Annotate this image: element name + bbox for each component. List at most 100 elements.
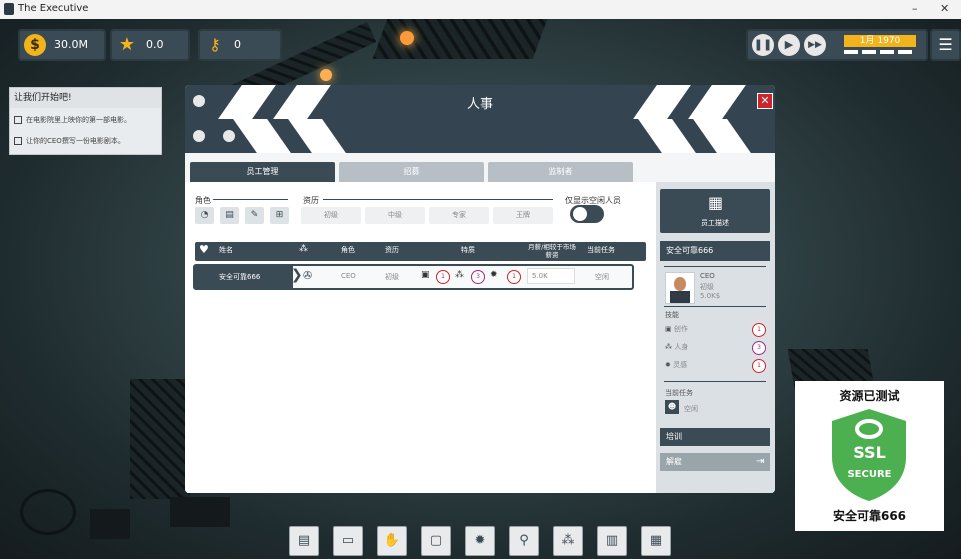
prestige-value: 0.0	[146, 38, 164, 51]
close-dialog-button[interactable]: ✕	[757, 93, 773, 109]
tab-recruit[interactable]: 招募	[339, 162, 484, 182]
role-filter-film-icon[interactable]: ▤	[220, 207, 239, 224]
folder-icon[interactable]: ▭	[333, 526, 363, 556]
window-titlebar: The Executive – ✕	[0, 0, 961, 20]
experience-junior-button[interactable]: 初级	[301, 207, 361, 224]
row-experience: 初级	[385, 273, 399, 281]
app-icon	[4, 3, 14, 15]
dialog-title: 人事	[466, 97, 493, 112]
tv-icon[interactable]: ▢	[421, 526, 451, 556]
role-filter-label: 角色	[195, 196, 211, 205]
divider	[323, 199, 553, 200]
checkbox-icon	[14, 116, 22, 124]
mission-title: 让我们开始吧!	[10, 88, 161, 108]
clapper-dot	[223, 130, 235, 142]
employee-description-button[interactable]: ▦ 员工描述	[660, 189, 770, 233]
fast-forward-icon[interactable]: ▶▶	[804, 34, 826, 56]
employee-side-panel: ▦ 员工描述 安全可靠666 CEO 初级 5.0K$ 技能 ▣ 创作 1 ⁂ …	[656, 182, 775, 493]
film-reel-icon: ✇	[303, 269, 313, 282]
staff-table-header: ♥ 姓名 ⁂ 角色 资历 特质 月薪/相较于市场薪资 当前任务	[195, 242, 646, 261]
people-icon[interactable]: ⁂	[553, 526, 583, 556]
mission-task-text: 让你的CEO撰写一份电影剧本。	[26, 137, 125, 145]
skill-row: ⁂ 人身	[665, 342, 688, 352]
header-task[interactable]: 当前任务	[587, 245, 615, 255]
exit-icon: ⇥	[756, 456, 765, 467]
time-controls: ❚❚ ▶ ▶▶ 1月 1970	[746, 29, 928, 61]
skill-name: 人身	[674, 343, 689, 351]
fire-button-label: 解雇	[666, 457, 682, 466]
experience-mid-button[interactable]: 中级	[365, 207, 425, 224]
dollar-icon: $	[24, 34, 46, 56]
building-icon[interactable]: ▦	[641, 526, 671, 556]
checkbox-icon	[14, 137, 22, 145]
header-salary[interactable]: 月薪/相较于市场薪资	[527, 243, 577, 259]
tab-staff-management[interactable]: 员工管理	[190, 162, 335, 182]
close-window-button[interactable]: ✕	[940, 2, 949, 15]
prop-box	[90, 509, 130, 539]
magnifier-icon[interactable]: ⚲	[509, 526, 539, 556]
employee-role: CEO	[700, 272, 715, 280]
date-display: 1月 1970	[844, 35, 916, 47]
skill-row: ▣ 创作	[665, 324, 688, 334]
mission-task: 在电影院里上映你的第一部电影。	[14, 115, 131, 125]
divider	[664, 266, 766, 267]
chevron-right-icon: ❯	[291, 267, 303, 283]
row-name: 安全可靠666	[219, 273, 261, 281]
unassigned-toggle[interactable]	[570, 205, 604, 223]
tab-producers[interactable]: 监制者	[488, 162, 633, 182]
people-icon: ⁂	[665, 343, 672, 351]
skill-score: 1	[752, 359, 766, 373]
clapper-icon: ▣	[421, 270, 430, 280]
date-progress	[844, 50, 916, 54]
staff-content	[185, 182, 656, 493]
minimize-button[interactable]: –	[912, 2, 918, 15]
mission-panel: 让我们开始吧! 在电影院里上映你的第一部电影。 让你的CEO撰写一份电影剧本。	[9, 87, 162, 155]
menu-icon[interactable]: ☰	[930, 29, 961, 61]
trait-score: 3	[471, 270, 485, 284]
film-icon[interactable]: ▤	[289, 526, 319, 556]
stage-truss	[372, 19, 548, 59]
role-filter-chair-icon[interactable]: ⊞	[270, 207, 289, 224]
film-reel-prop	[20, 489, 76, 535]
table-row[interactable]: 安全可靠666 ❯ ✇ CEO 初级 ▣ 1 ⁂ 3 ✹ 1 5.0K 空闲	[193, 264, 634, 290]
fire-button[interactable]: 解雇 ⇥	[660, 453, 770, 471]
mission-task: 让你的CEO撰写一份电影剧本。	[14, 136, 125, 146]
star-icon: ★	[118, 34, 136, 55]
handshake-icon[interactable]: ✋	[377, 526, 407, 556]
experience-expert-button[interactable]: 专家	[429, 207, 489, 224]
header-experience[interactable]: 资历	[385, 245, 399, 255]
header-name[interactable]: 姓名	[219, 245, 233, 255]
money-display[interactable]: $ 30.0M	[18, 29, 106, 61]
prop-box	[170, 497, 230, 527]
prestige-display[interactable]: ★ 0.0	[110, 29, 190, 61]
train-button[interactable]: 培训	[660, 428, 770, 446]
stage-light	[320, 69, 332, 81]
play-icon[interactable]: ▶	[778, 34, 800, 56]
role-filter-ceo-icon[interactable]: ◔	[195, 207, 214, 224]
team-icon[interactable]: ⁂	[299, 244, 308, 254]
lightbulb-icon[interactable]: ✹	[465, 526, 495, 556]
stage-light	[400, 31, 414, 45]
ssl-shield-subtext: SECURE	[847, 469, 892, 480]
pause-icon[interactable]: ❚❚	[752, 34, 774, 56]
header-role[interactable]: 角色	[341, 245, 355, 255]
research-display[interactable]: ⚷ 0	[198, 29, 282, 61]
divider	[664, 306, 766, 307]
personnel-dialog: 人事 ✕ 员工管理 招募 监制者 角色 ◔ ▤ ✎ ⊞ 资历 初级 中级 专家 …	[185, 85, 775, 493]
stage-truss	[130, 379, 190, 499]
header-traits[interactable]: 特质	[461, 245, 475, 255]
employee-level: 初级	[700, 283, 714, 291]
divider	[664, 381, 766, 382]
avatar-suit	[670, 291, 690, 303]
chart-icon[interactable]: ▥	[597, 526, 627, 556]
avatar	[665, 272, 695, 304]
skill-row: ✹ 灵感	[665, 360, 687, 370]
clipboard-icon: ▦	[708, 193, 724, 212]
lightbulb-icon: ✹	[490, 270, 498, 280]
current-task-value: 空闲	[684, 405, 698, 413]
role-filter-writer-icon[interactable]: ✎	[245, 207, 264, 224]
experience-ace-button[interactable]: 王牌	[493, 207, 553, 224]
heart-icon[interactable]: ♥	[199, 243, 209, 256]
toggle-knob	[573, 207, 587, 221]
trait-score: 1	[436, 270, 450, 284]
